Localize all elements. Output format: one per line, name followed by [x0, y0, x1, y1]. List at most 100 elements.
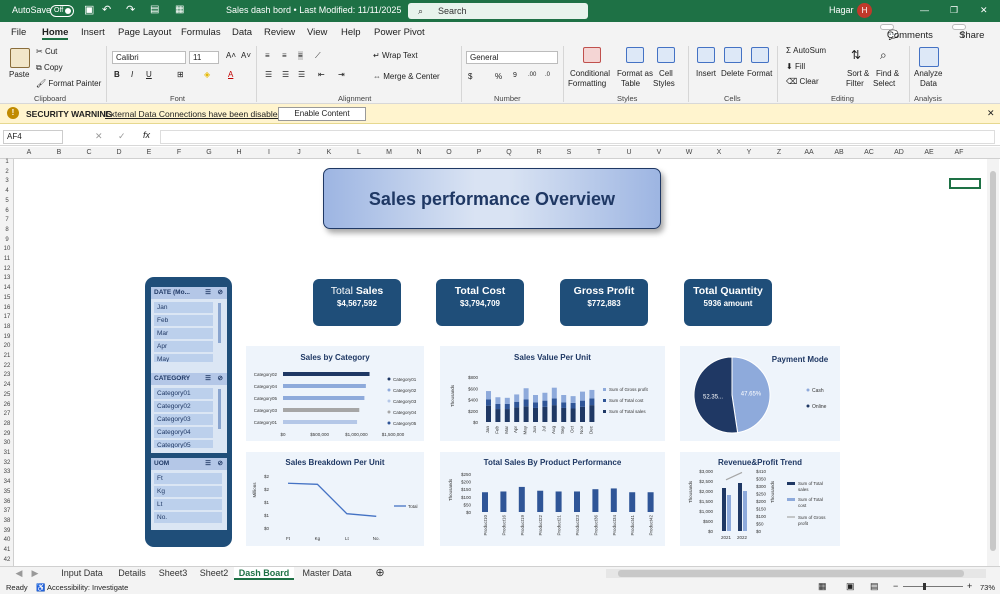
borders-icon[interactable]: ⊞: [177, 70, 184, 79]
slicer-item[interactable]: Kg: [154, 486, 222, 497]
format-cells-button[interactable]: Format: [747, 69, 772, 78]
conditional-formatting-button[interactable]: Conditional: [570, 69, 610, 78]
column-header[interactable]: M: [374, 149, 404, 156]
format-as-table-button-line2[interactable]: Table: [621, 79, 640, 88]
row-header[interactable]: 38: [0, 518, 14, 524]
slicer-item[interactable]: Category04: [154, 427, 213, 438]
add-sheet-icon[interactable]: ⊕: [372, 567, 388, 580]
horizontal-scrollbar[interactable]: [606, 569, 986, 578]
chart-payment-mode[interactable]: Payment Mode 47.65% 52.35... Cash Online: [680, 346, 840, 441]
column-header[interactable]: G: [194, 149, 224, 156]
bold-icon[interactable]: B: [114, 70, 120, 79]
avatar[interactable]: H: [857, 3, 872, 18]
slicer-item[interactable]: Category03: [154, 414, 213, 425]
chart-revenue-profit-trend[interactable]: Revenue&Profit Trend Thousands Thousands $…: [680, 452, 840, 546]
row-header[interactable]: 21: [0, 353, 14, 359]
column-header[interactable]: S: [554, 149, 584, 156]
row-header[interactable]: 39: [0, 528, 14, 534]
zoom-level[interactable]: 73%: [980, 583, 995, 592]
decrease-indent-icon[interactable]: ⇤: [318, 70, 325, 79]
prev-sheet-icon[interactable]: ◀: [12, 567, 26, 580]
delete-cells-button[interactable]: Delete: [721, 69, 744, 78]
scrollbar-thumb[interactable]: [990, 171, 996, 551]
align-middle-icon[interactable]: ≡: [282, 51, 287, 60]
row-header[interactable]: 6: [0, 208, 14, 214]
row-header[interactable]: 15: [0, 295, 14, 301]
align-right-icon[interactable]: ☰: [298, 70, 305, 79]
row-header[interactable]: 5: [0, 198, 14, 204]
row-header[interactable]: 19: [0, 334, 14, 340]
page-layout-view-icon[interactable]: ▣: [846, 581, 855, 592]
column-header[interactable]: E: [134, 149, 164, 156]
zoom-out-icon[interactable]: −: [893, 581, 898, 591]
column-header[interactable]: H: [224, 149, 254, 156]
increase-indent-icon[interactable]: ⇥: [338, 70, 345, 79]
undo-icon[interactable]: ↶: [102, 3, 111, 16]
row-header[interactable]: 36: [0, 499, 14, 505]
row-header[interactable]: 32: [0, 460, 14, 466]
paste-icon[interactable]: [10, 48, 30, 68]
row-header[interactable]: 28: [0, 421, 14, 427]
row-header[interactable]: 10: [0, 246, 14, 252]
column-header[interactable]: L: [344, 149, 374, 156]
row-header[interactable]: 35: [0, 489, 14, 495]
font-color-icon[interactable]: A: [228, 70, 233, 79]
slicer-item[interactable]: No.: [154, 512, 222, 523]
zoom-in-icon[interactable]: +: [967, 581, 972, 591]
column-header[interactable]: K: [314, 149, 344, 156]
name-box[interactable]: AF4: [3, 130, 63, 144]
align-bottom-icon[interactable]: ≡: [298, 51, 303, 60]
row-header[interactable]: 2: [0, 169, 14, 175]
format-cells-icon[interactable]: [751, 47, 769, 63]
clear-filter-icon[interactable]: ⊘: [218, 458, 223, 470]
insert-cells-button[interactable]: Insert: [696, 69, 716, 78]
cell-styles-icon[interactable]: [657, 47, 675, 63]
multi-select-icon[interactable]: ☰: [205, 458, 211, 470]
currency-icon[interactable]: $: [468, 72, 472, 81]
autosum-button[interactable]: Σ AutoSum: [786, 46, 826, 55]
row-header[interactable]: 42: [0, 557, 14, 563]
row-header[interactable]: 16: [0, 305, 14, 311]
column-header[interactable]: N: [404, 149, 434, 156]
row-header[interactable]: 7: [0, 217, 14, 223]
tab-review[interactable]: Review: [264, 27, 295, 38]
sheet-tab-active[interactable]: Dash Board: [234, 567, 294, 580]
zoom-slider[interactable]: [903, 583, 963, 590]
row-header[interactable]: 11: [0, 256, 14, 262]
normal-view-icon[interactable]: ▦: [818, 581, 827, 592]
row-header[interactable]: 23: [0, 372, 14, 378]
column-header[interactable]: O: [434, 149, 464, 156]
tab-file[interactable]: File: [11, 27, 26, 38]
row-header[interactable]: 37: [0, 508, 14, 514]
tab-power-pivot[interactable]: Power Pivot: [374, 27, 425, 38]
analyze-data-icon[interactable]: [919, 47, 939, 67]
column-header[interactable]: P: [464, 149, 494, 156]
cell-styles-button[interactable]: Cell: [659, 69, 673, 78]
row-header[interactable]: 33: [0, 469, 14, 475]
row-header[interactable]: 24: [0, 382, 14, 388]
sort-filter-icon[interactable]: ⇅: [851, 48, 861, 62]
autosave-toggle[interactable]: Off: [50, 5, 74, 17]
column-header[interactable]: AA: [794, 149, 824, 156]
slicer-item[interactable]: Mar: [154, 328, 213, 339]
comma-icon[interactable]: 9: [513, 72, 517, 79]
sheet-tab[interactable]: Sheet2: [196, 567, 232, 580]
row-header[interactable]: 41: [0, 547, 14, 553]
column-header[interactable]: AC: [854, 149, 884, 156]
slicer-item[interactable]: Lt: [154, 499, 222, 510]
security-warning-message[interactable]: External Data Connections have been disa…: [105, 109, 282, 119]
column-header[interactable]: D: [104, 149, 134, 156]
shrink-font-icon[interactable]: A˅: [241, 51, 251, 60]
font-name-dropdown[interactable]: Calibri: [112, 51, 186, 64]
row-header[interactable]: 13: [0, 275, 14, 281]
conditional-formatting-button-line2[interactable]: Formatting: [568, 79, 606, 88]
chart-total-sales-by-product[interactable]: Total Sales By Product Performance Thous…: [440, 452, 665, 546]
column-header[interactable]: Q: [494, 149, 524, 156]
row-header[interactable]: 18: [0, 324, 14, 330]
align-top-icon[interactable]: ≡: [265, 51, 270, 60]
column-header[interactable]: AE: [914, 149, 944, 156]
slicer-scrollbar[interactable]: [218, 303, 221, 343]
column-header[interactable]: F: [164, 149, 194, 156]
tab-data[interactable]: Data: [232, 27, 252, 38]
percent-icon[interactable]: %: [495, 72, 502, 81]
